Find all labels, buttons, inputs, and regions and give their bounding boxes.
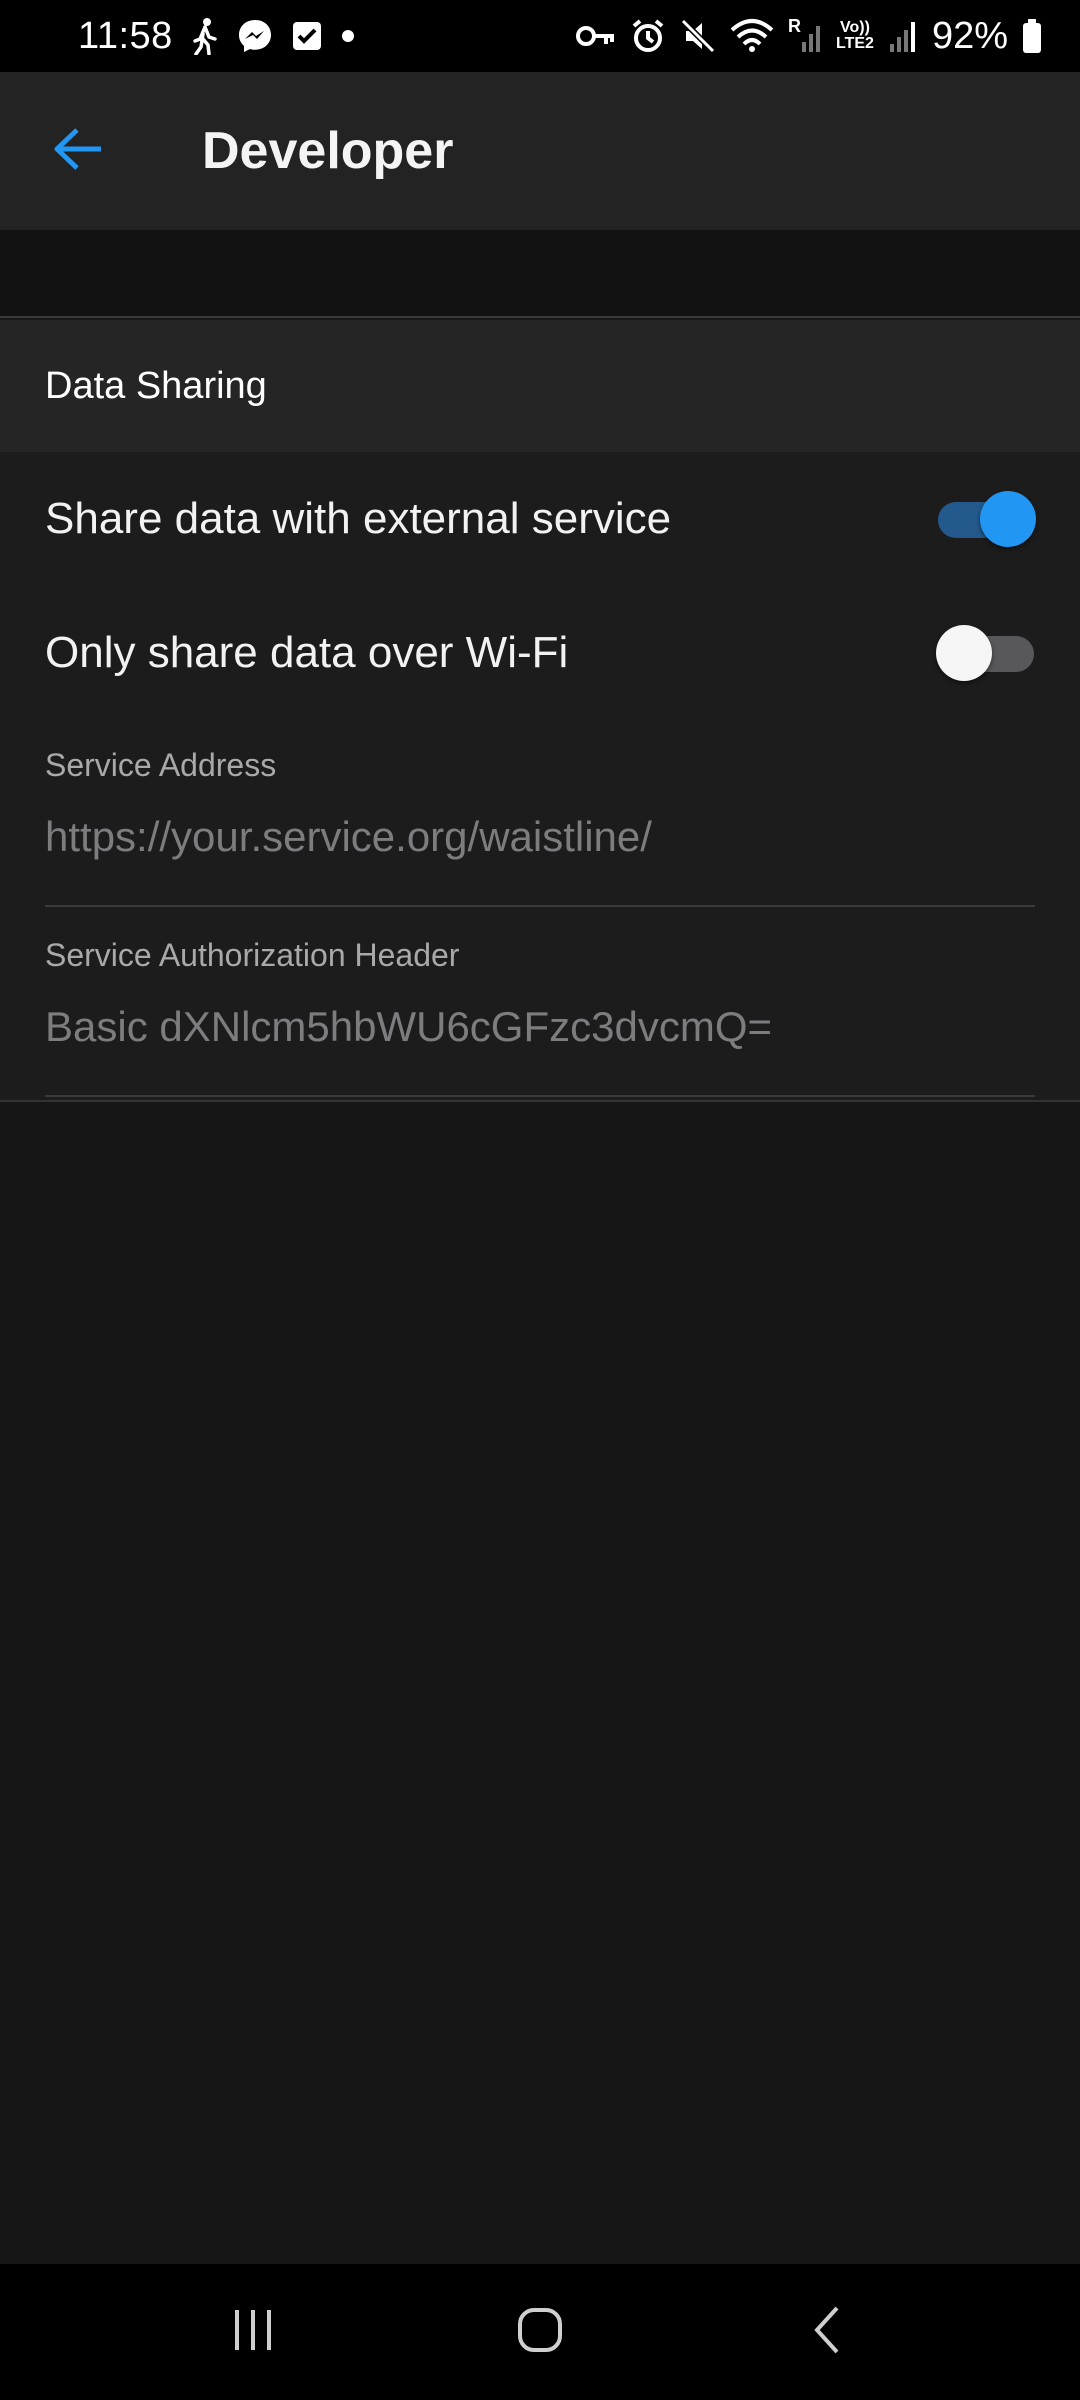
dot-icon	[341, 29, 355, 43]
home-icon	[516, 2306, 564, 2359]
section-header-data-sharing: Data Sharing	[0, 320, 1080, 452]
mute-icon	[680, 18, 716, 54]
wifi-only-switch[interactable]	[936, 623, 1036, 683]
toggle-label: Share data with external service	[45, 494, 672, 543]
wifi-icon	[730, 18, 774, 54]
app-bar: Developer	[0, 72, 1080, 230]
field-label: Service Address	[45, 747, 277, 783]
roaming-label: R	[788, 16, 801, 36]
switch-thumb	[936, 625, 992, 681]
recent-apps-icon	[229, 2308, 277, 2357]
switch-thumb	[980, 491, 1036, 547]
page-title: Developer	[202, 122, 454, 180]
field-label: Service Authorization Header	[45, 937, 460, 973]
status-bar: 11:58 R Vo)) LTE2 92%	[0, 0, 1080, 72]
alarm-icon	[630, 18, 666, 54]
signal-icon	[888, 18, 918, 54]
status-right: R Vo)) LTE2 92%	[576, 15, 1042, 58]
back-button[interactable]	[40, 112, 118, 190]
messenger-icon	[237, 18, 273, 54]
nav-back-icon	[811, 2305, 843, 2360]
service-auth-header-field: Service Authorization Header	[45, 937, 1035, 1097]
share-external-switch[interactable]	[936, 489, 1036, 549]
battery-icon	[1022, 19, 1042, 53]
service-address-field: Service Address	[45, 747, 1035, 907]
vpn-key-icon	[576, 23, 616, 49]
toggle-row-wifi-only[interactable]: Only share data over Wi-Fi	[0, 586, 1080, 720]
status-left: 11:58	[78, 15, 355, 58]
service-auth-header-input[interactable]	[45, 995, 1035, 1059]
header-spacer	[0, 230, 1080, 318]
lte-label: LTE2	[836, 35, 874, 52]
volte-lte2-icon: Vo)) LTE2	[836, 20, 874, 52]
toggle-row-share-external[interactable]: Share data with external service	[0, 452, 1080, 586]
signal-roaming-icon: R	[788, 16, 822, 56]
walk-icon	[191, 17, 219, 55]
toggle-label: Only share data over Wi-Fi	[45, 628, 569, 677]
task-check-icon	[291, 20, 323, 52]
volte-label: Vo))	[840, 19, 870, 36]
system-nav-bar	[0, 2264, 1080, 2400]
battery-percent: 92%	[931, 14, 1008, 57]
nav-back-button[interactable]	[767, 2282, 887, 2382]
arrow-back-icon	[53, 127, 105, 176]
home-button[interactable]	[480, 2282, 600, 2382]
recent-apps-button[interactable]	[193, 2282, 313, 2382]
service-address-input[interactable]	[45, 805, 1035, 869]
settings-list: Share data with external service Only sh…	[0, 452, 1080, 1102]
status-time: 11:58	[78, 14, 173, 57]
